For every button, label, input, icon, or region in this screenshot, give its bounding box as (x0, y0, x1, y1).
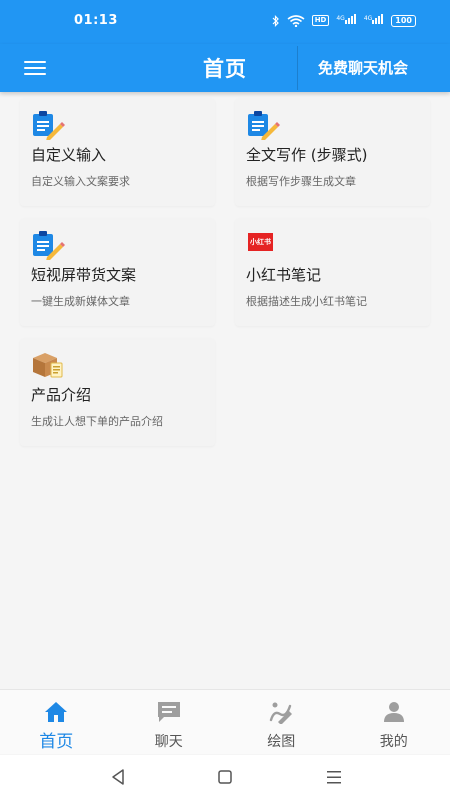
product-box-icon (33, 353, 63, 378)
signal-icon-2: 4G (364, 14, 384, 27)
home-square-icon[interactable] (214, 766, 236, 788)
profile-icon (383, 702, 404, 722)
tab-home[interactable]: 首页 (0, 690, 113, 754)
app-bar: 首页 免费聊天机会 (0, 44, 450, 92)
card-full-writing[interactable]: 全文写作 (步骤式) 根据写作步骤生成文章 (235, 98, 430, 206)
chat-icon (157, 702, 180, 722)
tab-label: 首页 (39, 732, 74, 752)
battery-icon: 100 (391, 14, 416, 27)
recent-apps-icon[interactable] (323, 766, 345, 788)
card-description: 生成让人想下单的产品介绍 (31, 415, 163, 428)
clipboard-pencil-icon (33, 111, 65, 140)
clipboard-pencil-icon (33, 231, 65, 260)
card-custom-input[interactable]: 自定义输入 自定义输入文案要求 (20, 98, 215, 206)
tab-profile[interactable]: 我的 (338, 690, 450, 754)
tab-label: 我的 (379, 734, 408, 750)
card-description: 根据描述生成小红书笔记 (246, 295, 367, 308)
tab-label: 聊天 (154, 734, 183, 750)
card-title: 小红书笔记 (246, 266, 322, 284)
card-title: 自定义输入 (31, 146, 107, 164)
tab-chat[interactable]: 聊天 (113, 690, 226, 754)
app-bar-divider (297, 46, 298, 90)
bottom-tab-bar: 首页 聊天 绘图 我的 (0, 689, 450, 754)
free-chat-button[interactable]: 免费聊天机会 (318, 57, 408, 78)
back-triangle-icon[interactable] (107, 766, 129, 788)
hd-badge: HD (311, 15, 330, 26)
card-product-intro[interactable]: 产品介绍 生成让人想下单的产品介绍 (20, 338, 215, 446)
tab-draw[interactable]: 绘图 (225, 690, 338, 754)
system-nav-bar (0, 755, 450, 800)
home-icon (45, 702, 68, 722)
clipboard-pencil-icon (248, 111, 280, 140)
card-title: 短视屏带货文案 (31, 266, 137, 284)
status-icons: HD 4G 4G 100 (272, 14, 416, 27)
bluetooth-icon (272, 14, 279, 27)
card-title: 产品介绍 (31, 386, 92, 404)
wifi-icon (287, 14, 305, 27)
card-description: 自定义输入文案要求 (31, 175, 130, 188)
card-title: 全文写作 (步骤式) (246, 146, 368, 164)
card-description: 一键生成新媒体文章 (31, 295, 130, 308)
status-time: 01:13 (74, 13, 118, 28)
card-short-video-copy[interactable]: 短视屏带货文案 一键生成新媒体文章 (20, 218, 215, 326)
status-bar: 01:13 HD 4G 4G 100 (0, 0, 450, 44)
card-description: 根据写作步骤生成文章 (246, 175, 356, 188)
card-xiaohongshu-notes[interactable]: 小红书 小红书笔记 根据描述生成小红书笔记 (235, 218, 430, 326)
draw-icon (270, 702, 293, 724)
xiaohongshu-logo-icon: 小红书 (248, 233, 273, 251)
tab-label: 绘图 (267, 734, 296, 750)
signal-icon: 4G (336, 14, 356, 27)
